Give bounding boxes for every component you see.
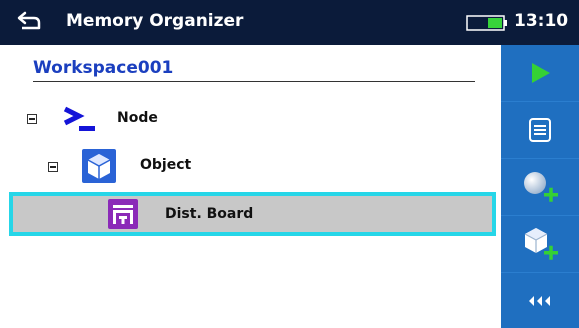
workspace-underline: [33, 81, 475, 82]
collapse-node-icon[interactable]: [27, 114, 37, 124]
collapse-object-icon[interactable]: [48, 162, 58, 172]
workspace-name[interactable]: Workspace001: [33, 58, 173, 78]
list-icon: [529, 118, 551, 142]
triple-arrow-left-icon: [529, 295, 550, 306]
more-options-button[interactable]: [501, 273, 579, 328]
cube-icon: [82, 149, 116, 183]
play-icon: [532, 63, 550, 83]
header-bar: Memory Organizer 13:10: [0, 0, 579, 45]
list-button[interactable]: [501, 102, 579, 159]
add-sphere-icon: [524, 172, 558, 202]
battery-icon: [466, 15, 507, 31]
add-object-button[interactable]: [501, 216, 579, 273]
add-structure-button[interactable]: [501, 159, 579, 216]
page-title: Memory Organizer: [66, 11, 244, 31]
node-label: Node: [117, 110, 158, 126]
action-sidebar: [501, 45, 579, 328]
dist-board-label: Dist. Board: [165, 206, 254, 222]
play-button[interactable]: [501, 45, 579, 102]
add-cube-icon: [524, 228, 558, 260]
back-arrow-icon[interactable]: [16, 9, 42, 33]
terminal-prompt-icon: [63, 106, 95, 131]
distribution-board-icon: [108, 199, 138, 229]
object-label: Object: [140, 157, 192, 173]
clock-time: 13:10: [514, 11, 569, 31]
